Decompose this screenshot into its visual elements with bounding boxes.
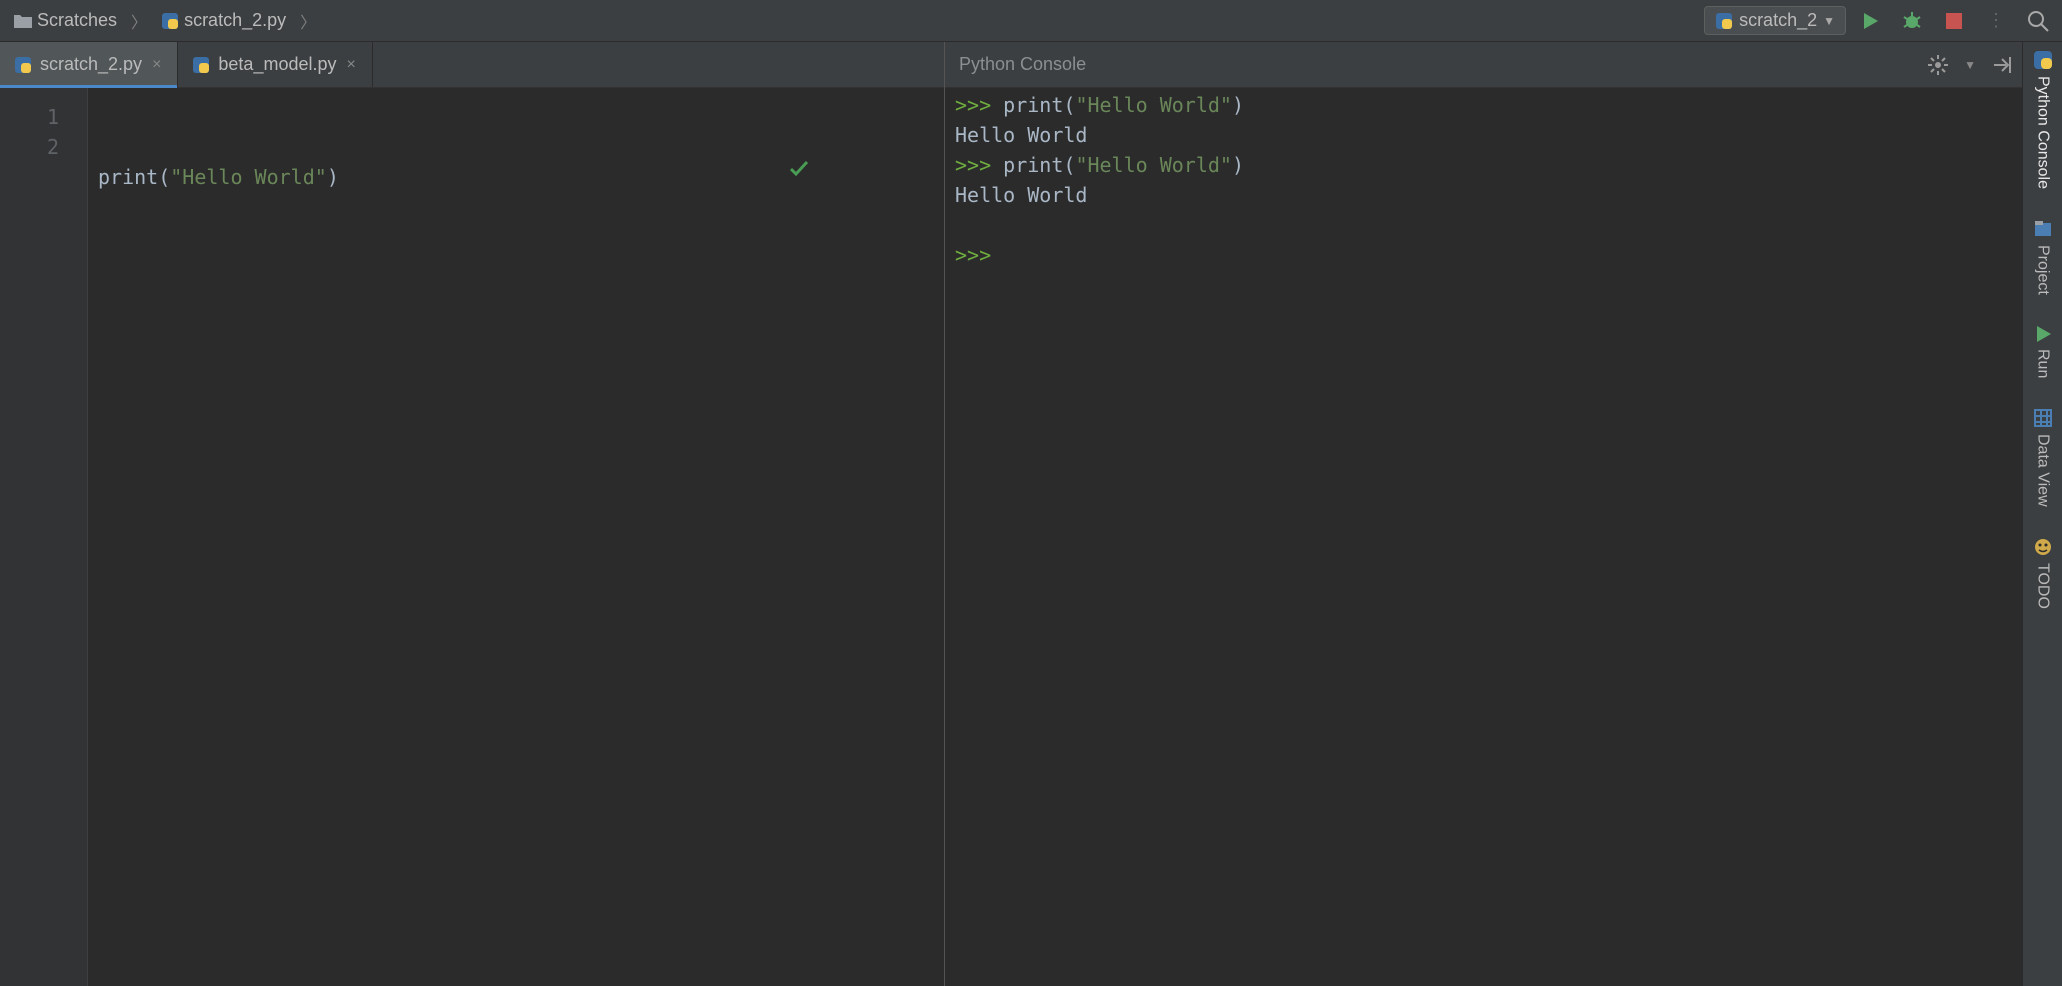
right-tool-stripe: Python Console Project Run [2022,42,2062,986]
stripe-label: TODO [2034,563,2052,609]
todo-icon [2033,537,2053,557]
code-token-fn: print [98,165,158,189]
code-token-paren: ) [1232,153,1244,177]
gutter-line: 1 [0,102,59,132]
breadcrumb-folder[interactable]: Scratches [8,8,123,33]
console-panel: Python Console ▼ [945,42,2022,986]
breadcrumbs: Scratches 〉 scratch_2.py 〉 [8,8,318,33]
toolwindow-todo[interactable]: TODO [2033,537,2053,609]
console-line: Hello World [955,120,2012,150]
caret-down-icon: ▼ [1823,14,1835,28]
toolwindow-python-console[interactable]: Python Console [2033,50,2053,189]
console-output-text: Hello World [955,123,1087,147]
breadcrumb-folder-label: Scratches [37,10,117,31]
code-token-paren: ( [1063,93,1075,117]
main-area: scratch_2.py × beta_model.py × [0,42,2062,986]
editor-panel: scratch_2.py × beta_model.py × [0,42,945,986]
code-editor[interactable]: 1 2 print("Hello World") [0,88,944,986]
dataview-icon [2033,408,2053,428]
console-line: >>> [955,240,2012,270]
console-title: Python Console [959,54,1086,75]
code-area[interactable]: print("Hello World") [88,88,944,986]
debug-button[interactable] [1900,9,1924,33]
stripe-label: Data View [2034,434,2052,507]
code-token-paren: ( [158,165,170,189]
python-file-icon [192,56,210,74]
code-token-paren: ( [1063,153,1075,177]
gutter: 1 2 [0,88,88,986]
breadcrumb-file-label: scratch_2.py [184,10,286,31]
console-line: >>> print("Hello World") [955,150,2012,180]
python-file-icon [14,56,32,74]
tab-label: beta_model.py [218,54,336,75]
run-button[interactable] [1858,9,1882,33]
console-line [955,210,2012,240]
toolwindow-project[interactable]: Project [2033,219,2053,295]
code-token-string: "Hello World" [170,165,327,189]
close-tab-icon[interactable]: × [345,56,358,74]
vertical-divider-icon: ⋮ [1984,9,2008,33]
stripe-label: Python Console [2034,76,2052,189]
code-token-paren: ) [327,165,339,189]
code-token-string: "Hello World" [1075,153,1232,177]
toolwindow-dataview[interactable]: Data View [2033,408,2053,507]
console-line: >>> print("Hello World") [955,90,2012,120]
code-token-paren: ) [1232,93,1244,117]
toolbar-actions: ⋮ [1858,9,2050,33]
console-header: Python Console ▼ [945,42,2022,88]
caret-down-icon[interactable]: ▼ [1964,58,1976,72]
python-icon [2033,50,2053,70]
code-token-fn: print [1003,153,1063,177]
chevron-right-icon: 〉 [129,9,149,33]
console-prompt: >>> [955,93,1003,117]
search-button[interactable] [2026,9,2050,33]
console-prompt: >>> [955,153,1003,177]
code-token-string: "Hello World" [1075,93,1232,117]
editor-tabs: scratch_2.py × beta_model.py × [0,42,944,88]
run-icon [2034,325,2052,343]
breadcrumb-file[interactable]: scratch_2.py [155,8,292,33]
python-file-icon [161,12,179,30]
console-output[interactable]: >>> print("Hello World")Hello World>>> p… [945,88,2022,986]
inspection-ok-icon [788,98,933,240]
stop-button[interactable] [1942,9,1966,33]
hide-panel-icon[interactable] [1992,55,2012,75]
chevron-right-icon: 〉 [298,9,318,33]
project-icon [2033,219,2053,239]
code-token-fn: print [1003,93,1063,117]
python-icon [1715,12,1733,30]
stripe-label: Run [2034,349,2052,378]
console-prompt: >>> [955,243,1003,267]
toolwindow-run[interactable]: Run [2034,325,2052,378]
console-line: Hello World [955,180,2012,210]
console-output-text: Hello World [955,183,1087,207]
stripe-label: Project [2034,245,2052,295]
tab-scratch2[interactable]: scratch_2.py × [0,42,178,87]
tab-betamodel[interactable]: beta_model.py × [178,42,372,87]
top-toolbar: Scratches 〉 scratch_2.py 〉 scratch_2 ▼ [0,0,2062,42]
run-config-selector[interactable]: scratch_2 ▼ [1704,6,1846,35]
tab-label: scratch_2.py [40,54,142,75]
settings-gear-icon[interactable] [1928,55,1948,75]
gutter-line: 2 [0,132,59,162]
close-tab-icon[interactable]: × [150,56,163,74]
folder-icon [14,13,32,28]
run-config-label: scratch_2 [1739,10,1817,31]
